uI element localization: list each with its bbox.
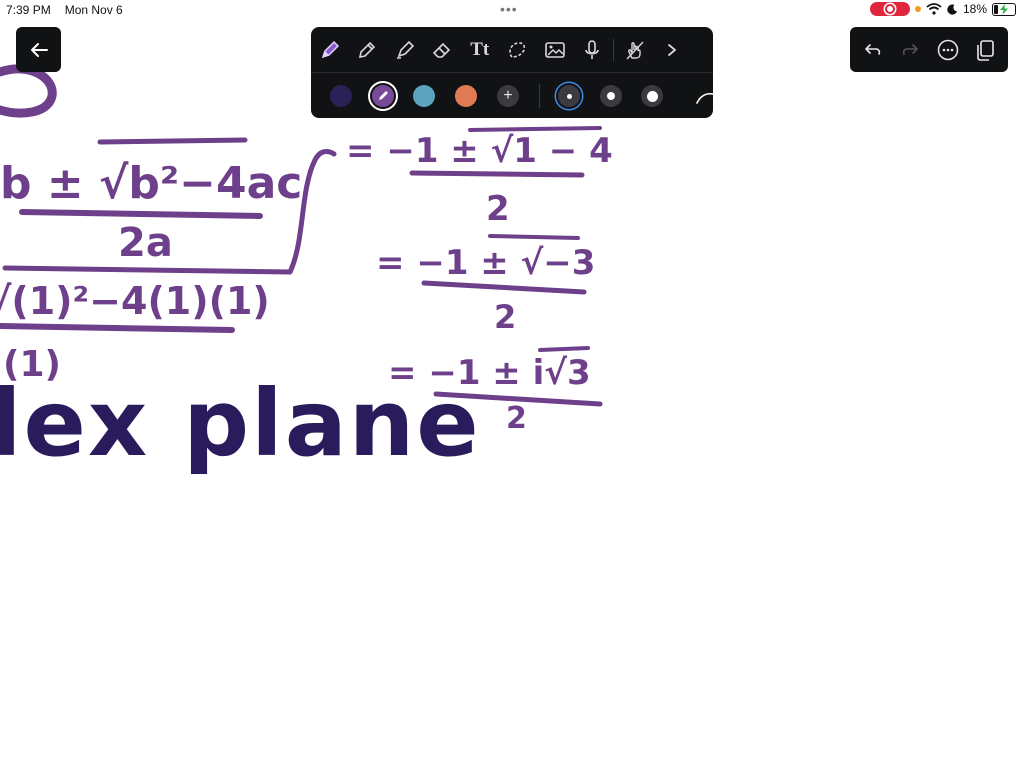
pencil-tool-button[interactable] <box>349 27 387 72</box>
charging-bolt-icon <box>1000 3 1008 15</box>
back-button[interactable] <box>16 27 61 72</box>
text-tool-button[interactable]: Tt <box>461 27 499 72</box>
size-medium-dot <box>607 92 615 100</box>
ink-formula-denominator: 2a <box>118 220 173 266</box>
chevron-right-icon <box>668 43 677 56</box>
status-time: 7:39 PM <box>6 3 51 17</box>
pages-button[interactable] <box>968 33 1002 67</box>
drawing-toolbar: Tt + <box>311 27 713 118</box>
ink-substitution: √(1)²−4(1)(1) <box>0 279 270 323</box>
color-and-size-row: + <box>311 73 713 118</box>
battery-icon <box>992 2 1016 16</box>
ink-step3-denominator: 2 <box>506 401 527 436</box>
wifi-icon <box>926 3 942 15</box>
multitask-handle[interactable]: ••• <box>500 1 518 17</box>
ink-fraction-bar <box>19 209 263 219</box>
image-icon <box>544 41 565 58</box>
edit-pencil-icon <box>379 91 388 100</box>
ink-circle-stroke <box>0 64 57 118</box>
do-not-disturb-moon-icon <box>947 4 958 15</box>
highlighter-tool-button[interactable] <box>386 27 424 72</box>
stroke-size-medium[interactable] <box>600 85 622 107</box>
image-tool-button[interactable] <box>536 27 574 72</box>
arrow-left-icon <box>30 42 48 57</box>
more-tools-button[interactable] <box>654 27 692 72</box>
ink-step3-sqrt <box>538 346 590 352</box>
add-color-button[interactable]: + <box>497 85 519 107</box>
document-toolbar <box>850 27 1008 72</box>
microphone-tool-button[interactable] <box>574 27 612 72</box>
color-swatch-teal[interactable] <box>413 85 435 107</box>
status-bar: 7:39 PM Mon Nov 6 ••• 18% <box>0 0 1024 20</box>
pen-icon <box>321 40 339 58</box>
ellipsis-icon <box>937 39 958 60</box>
touch-draw-tool-button[interactable] <box>616 27 654 72</box>
ink-step1-sqrt <box>468 126 602 132</box>
redo-icon <box>903 43 919 55</box>
microphone-icon <box>585 39 600 59</box>
color-swatch-purple[interactable] <box>372 85 394 107</box>
pencil-icon <box>359 41 376 58</box>
ink-heading: lex plane <box>0 370 481 477</box>
color-swatch-orange[interactable] <box>455 85 477 107</box>
color-size-separator <box>539 84 540 108</box>
stroke-size-small[interactable] <box>558 85 580 107</box>
ink-formula-numerator: b ± √b²−4ac <box>0 158 302 209</box>
ink-step2-bar <box>421 280 587 295</box>
lasso-tool-button[interactable] <box>499 27 537 72</box>
ink-step1-numerator: = −1 ± √1 − 4 <box>346 131 613 171</box>
screen-recording-indicator[interactable] <box>869 2 910 16</box>
lasso-icon <box>509 41 526 58</box>
record-icon <box>884 4 895 14</box>
ink-sqrt-bar <box>97 137 248 145</box>
eraser-tool-button[interactable] <box>424 27 462 72</box>
more-options-button[interactable] <box>931 33 965 67</box>
ink-sqrt-bar-2 <box>2 265 293 275</box>
ink-step2-denominator: 2 <box>494 298 516 336</box>
text-tool-icon: Tt <box>470 38 490 60</box>
ink-fraction-bar-2 <box>0 323 235 333</box>
mic-in-use-indicator <box>914 6 921 12</box>
color-swatch-dark-purple[interactable] <box>330 85 352 107</box>
stroke-preview-icon[interactable] <box>695 85 713 107</box>
eraser-icon <box>433 42 451 58</box>
ink-step1-denominator: 2 <box>486 189 510 229</box>
size-small-dot <box>566 93 572 99</box>
tool-separator <box>613 38 614 61</box>
undo-icon <box>864 43 880 55</box>
size-large-dot <box>646 90 658 102</box>
pen-tool-button[interactable] <box>311 27 349 72</box>
battery-percent: 18% <box>962 2 987 16</box>
redo-button[interactable] <box>893 33 927 67</box>
hand-touch-icon <box>626 41 644 59</box>
tool-row: Tt <box>311 27 713 72</box>
status-date: Mon Nov 6 <box>64 3 123 17</box>
pages-icon <box>977 39 995 61</box>
undo-button[interactable] <box>856 33 890 67</box>
ink-step2-sqrt <box>488 234 580 240</box>
notes-app-screen: b ± √b²−4ac 2a √(1)²−4(1)(1) 2(1) = −1 ±… <box>0 0 1024 768</box>
stroke-size-large[interactable] <box>641 85 663 107</box>
ink-step1-bar <box>409 170 585 178</box>
battery-level-fill <box>994 4 998 14</box>
ink-step2-numerator: = −1 ± √−3 <box>376 243 595 283</box>
highlighter-icon <box>396 40 414 59</box>
